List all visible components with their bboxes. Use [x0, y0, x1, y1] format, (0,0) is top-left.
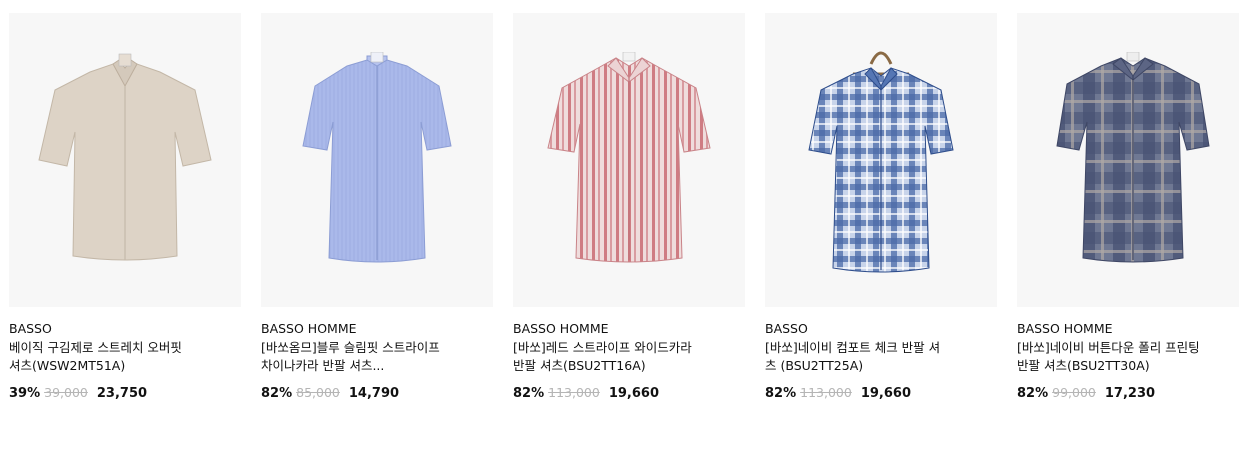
price-row: 82% 113,000 19,660 [765, 384, 997, 403]
product-title-line: 베이직 구김제로 스트레치 오버핏 [9, 340, 182, 355]
shirt-image [1056, 52, 1210, 263]
product-card[interactable]: BASSO HOMME [바쏘]레드 스트라이프 와이드카라 반팔 셔츠(BSU… [513, 13, 745, 403]
sale-price: 19,660 [860, 386, 911, 401]
product-image[interactable] [513, 13, 745, 307]
product-title-line: 차이나카라 반팔 셔츠... [261, 357, 385, 373]
discount-rate: 82% [513, 386, 545, 401]
product-image[interactable] [765, 13, 997, 307]
product-title[interactable]: [바쏘옴므]블루 슬림핏 스트라이프 차이나카라 반팔 셔츠... [261, 339, 493, 374]
original-price: 85,000 [296, 385, 340, 400]
product-title-line: [바쏘옴므]블루 슬림핏 스트라이프 [261, 340, 440, 355]
price-row: 82% 99,000 17,230 [1017, 384, 1239, 403]
shirt-image [38, 53, 212, 261]
product-grid: BASSO 베이직 구김제로 스트레치 오버핏 셔츠(WSW2MT51A) 39… [9, 13, 1239, 403]
price-row: 39% 39,000 23,750 [9, 384, 241, 403]
product-card[interactable]: BASSO [바쏘]네이비 컴포트 체크 반팔 셔 츠 (BSU2TT25A) … [765, 13, 997, 403]
product-title-line: 츠 (BSU2TT25A) [765, 357, 864, 373]
product-title-line: 셔츠(WSW2MT51A) [9, 357, 126, 373]
sale-price: 23,750 [96, 386, 148, 401]
original-price: 113,000 [548, 385, 600, 400]
price-row: 82% 113,000 19,660 [513, 384, 745, 403]
product-brand[interactable]: BASSO HOMME [1017, 321, 1239, 337]
discount-rate: 82% [1017, 386, 1049, 401]
discount-rate: 82% [765, 386, 797, 401]
shirt-image [808, 51, 954, 273]
original-price: 99,000 [1052, 385, 1096, 400]
product-title-line: 반팔 셔츠(BSU2TT30A) [1017, 357, 1150, 373]
original-price: 113,000 [800, 385, 852, 400]
sale-price: 17,230 [1104, 386, 1156, 401]
product-title[interactable]: 베이직 구김제로 스트레치 오버핏 셔츠(WSW2MT51A) [9, 339, 241, 374]
product-brand[interactable]: BASSO [9, 321, 241, 337]
product-image[interactable] [1017, 13, 1239, 307]
product-title-line: [바쏘]네이비 컴포트 체크 반팔 셔 [765, 340, 941, 355]
product-image[interactable] [9, 13, 241, 307]
product-brand[interactable]: BASSO HOMME [513, 321, 745, 337]
product-card[interactable]: BASSO 베이직 구김제로 스트레치 오버핏 셔츠(WSW2MT51A) 39… [9, 13, 241, 403]
product-image[interactable] [261, 13, 493, 307]
shirt-body [38, 53, 212, 261]
original-price: 39,000 [44, 385, 88, 400]
product-title-line: [바쏘]네이비 버튼다운 폴리 프린팅 [1017, 340, 1200, 355]
product-title-line: [바쏘]레드 스트라이프 와이드카라 [513, 340, 692, 355]
shirt-image [547, 52, 711, 263]
product-card[interactable]: BASSO HOMME [바쏘옴므]블루 슬림핏 스트라이프 차이나카라 반팔 … [261, 13, 493, 403]
product-title-line: 반팔 셔츠(BSU2TT16A) [513, 357, 646, 373]
product-title[interactable]: [바쏘]네이비 버튼다운 폴리 프린팅 반팔 셔츠(BSU2TT30A) [1017, 339, 1239, 374]
product-card[interactable]: BASSO HOMME [바쏘]네이비 버튼다운 폴리 프린팅 반팔 셔츠(BS… [1017, 13, 1239, 403]
discount-rate: 82% [261, 386, 293, 401]
product-brand[interactable]: BASSO [765, 321, 997, 337]
sale-price: 14,790 [348, 386, 400, 401]
product-brand[interactable]: BASSO HOMME [261, 321, 493, 337]
product-title[interactable]: [바쏘]레드 스트라이프 와이드카라 반팔 셔츠(BSU2TT16A) [513, 339, 745, 374]
discount-rate: 39% [9, 386, 41, 401]
price-row: 82% 85,000 14,790 [261, 384, 493, 403]
product-title[interactable]: [바쏘]네이비 컴포트 체크 반팔 셔 츠 (BSU2TT25A) [765, 339, 997, 374]
shirt-image [302, 52, 452, 263]
sale-price: 19,660 [608, 386, 659, 401]
